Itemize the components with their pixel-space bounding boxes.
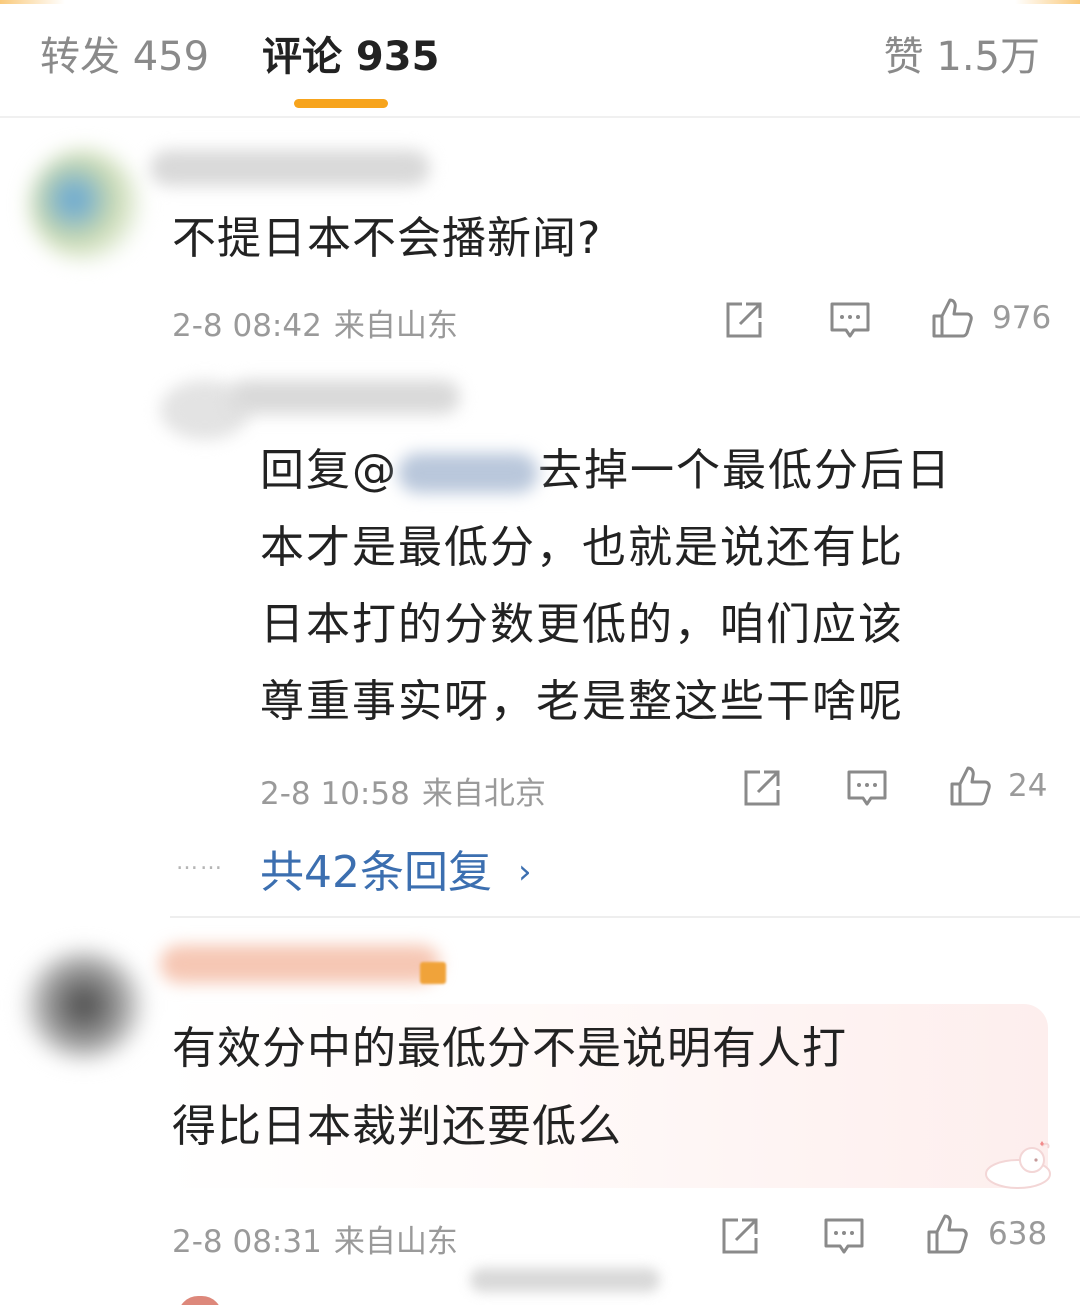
watermark-blurred — [470, 1268, 660, 1292]
divider — [170, 916, 1080, 918]
comment-text: 不提日本不会播新闻? — [172, 213, 602, 264]
mention-blurred[interactable] — [398, 453, 538, 493]
user-badge-icon — [420, 962, 446, 984]
username-blurred[interactable] — [150, 150, 430, 186]
more-dots: …… — [176, 850, 224, 875]
share-icon[interactable] — [740, 766, 784, 810]
reply-prefix: 回复@ — [260, 445, 398, 496]
comment-date: 2-8 08:42 — [172, 308, 322, 344]
active-tab-indicator — [294, 99, 388, 108]
more-replies-label: 共42条回复 — [260, 847, 492, 898]
comments-page: 转发 459 评论 935 赞 1.5万 不提日本不会播新闻? 2-8 08:4… — [0, 0, 1080, 1305]
comment-text: 有效分中的最低分不是说明有人打 得比日本裁判还要低么 — [172, 1010, 847, 1166]
username-blurred[interactable] — [230, 380, 460, 414]
comment-meta: 2-8 08:31 来自山东 — [172, 1216, 458, 1261]
thumbs-up-icon[interactable] — [930, 296, 974, 340]
reply-line: 去掉一个最低分后日 — [538, 445, 952, 496]
avatar[interactable] — [24, 950, 144, 1060]
thumbs-up-icon[interactable] — [948, 764, 992, 808]
share-icon[interactable] — [722, 298, 766, 342]
like-count: 638 — [988, 1216, 1048, 1252]
tab-bar: 转发 459 评论 935 赞 1.5万 — [0, 0, 1080, 118]
comment-icon[interactable] — [828, 298, 872, 342]
reply-meta: 2-8 10:58 来自北京 — [260, 768, 546, 813]
tab-comments[interactable]: 评论 935 — [262, 32, 439, 82]
like-count: 976 — [992, 300, 1052, 336]
reply-line: 尊重事实呀，老是整这些干啥呢 — [260, 676, 904, 727]
reply-line: 本才是最低分，也就是说还有比 — [260, 522, 904, 573]
comment-location: 来自山东 — [333, 308, 458, 344]
thumbs-up-icon[interactable] — [925, 1212, 969, 1256]
comment-line: 得比日本裁判还要低么 — [172, 1101, 622, 1152]
bunny-decoration-icon — [962, 1138, 1056, 1190]
comment-icon[interactable] — [845, 766, 889, 810]
avatar[interactable] — [30, 150, 140, 260]
reply-text: 回复@ 去掉一个最低分后日 本才是最低分，也就是说还有比 日本打的分数更低的，咱们… — [260, 432, 952, 740]
comment-icon[interactable] — [822, 1214, 866, 1258]
username-blurred[interactable] — [160, 945, 440, 983]
avatar[interactable] — [178, 1296, 222, 1305]
comment-meta: 2-8 08:42 来自山东 — [172, 300, 458, 345]
reply-date: 2-8 10:58 — [260, 776, 410, 812]
like-count: 24 — [1008, 768, 1048, 804]
reply-location: 来自北京 — [421, 776, 546, 812]
comment-date: 2-8 08:31 — [172, 1224, 322, 1260]
share-icon[interactable] — [718, 1214, 762, 1258]
tab-likes[interactable]: 赞 1.5万 — [884, 32, 1040, 82]
comment-location: 来自山东 — [333, 1224, 458, 1260]
tab-repost[interactable]: 转发 459 — [40, 32, 209, 82]
more-replies-link[interactable]: 共42条回复 › — [260, 836, 532, 900]
chevron-right-icon: › — [518, 852, 532, 892]
reply-line: 日本打的分数更低的，咱们应该 — [260, 599, 904, 650]
comment-line: 有效分中的最低分不是说明有人打 — [172, 1023, 847, 1074]
